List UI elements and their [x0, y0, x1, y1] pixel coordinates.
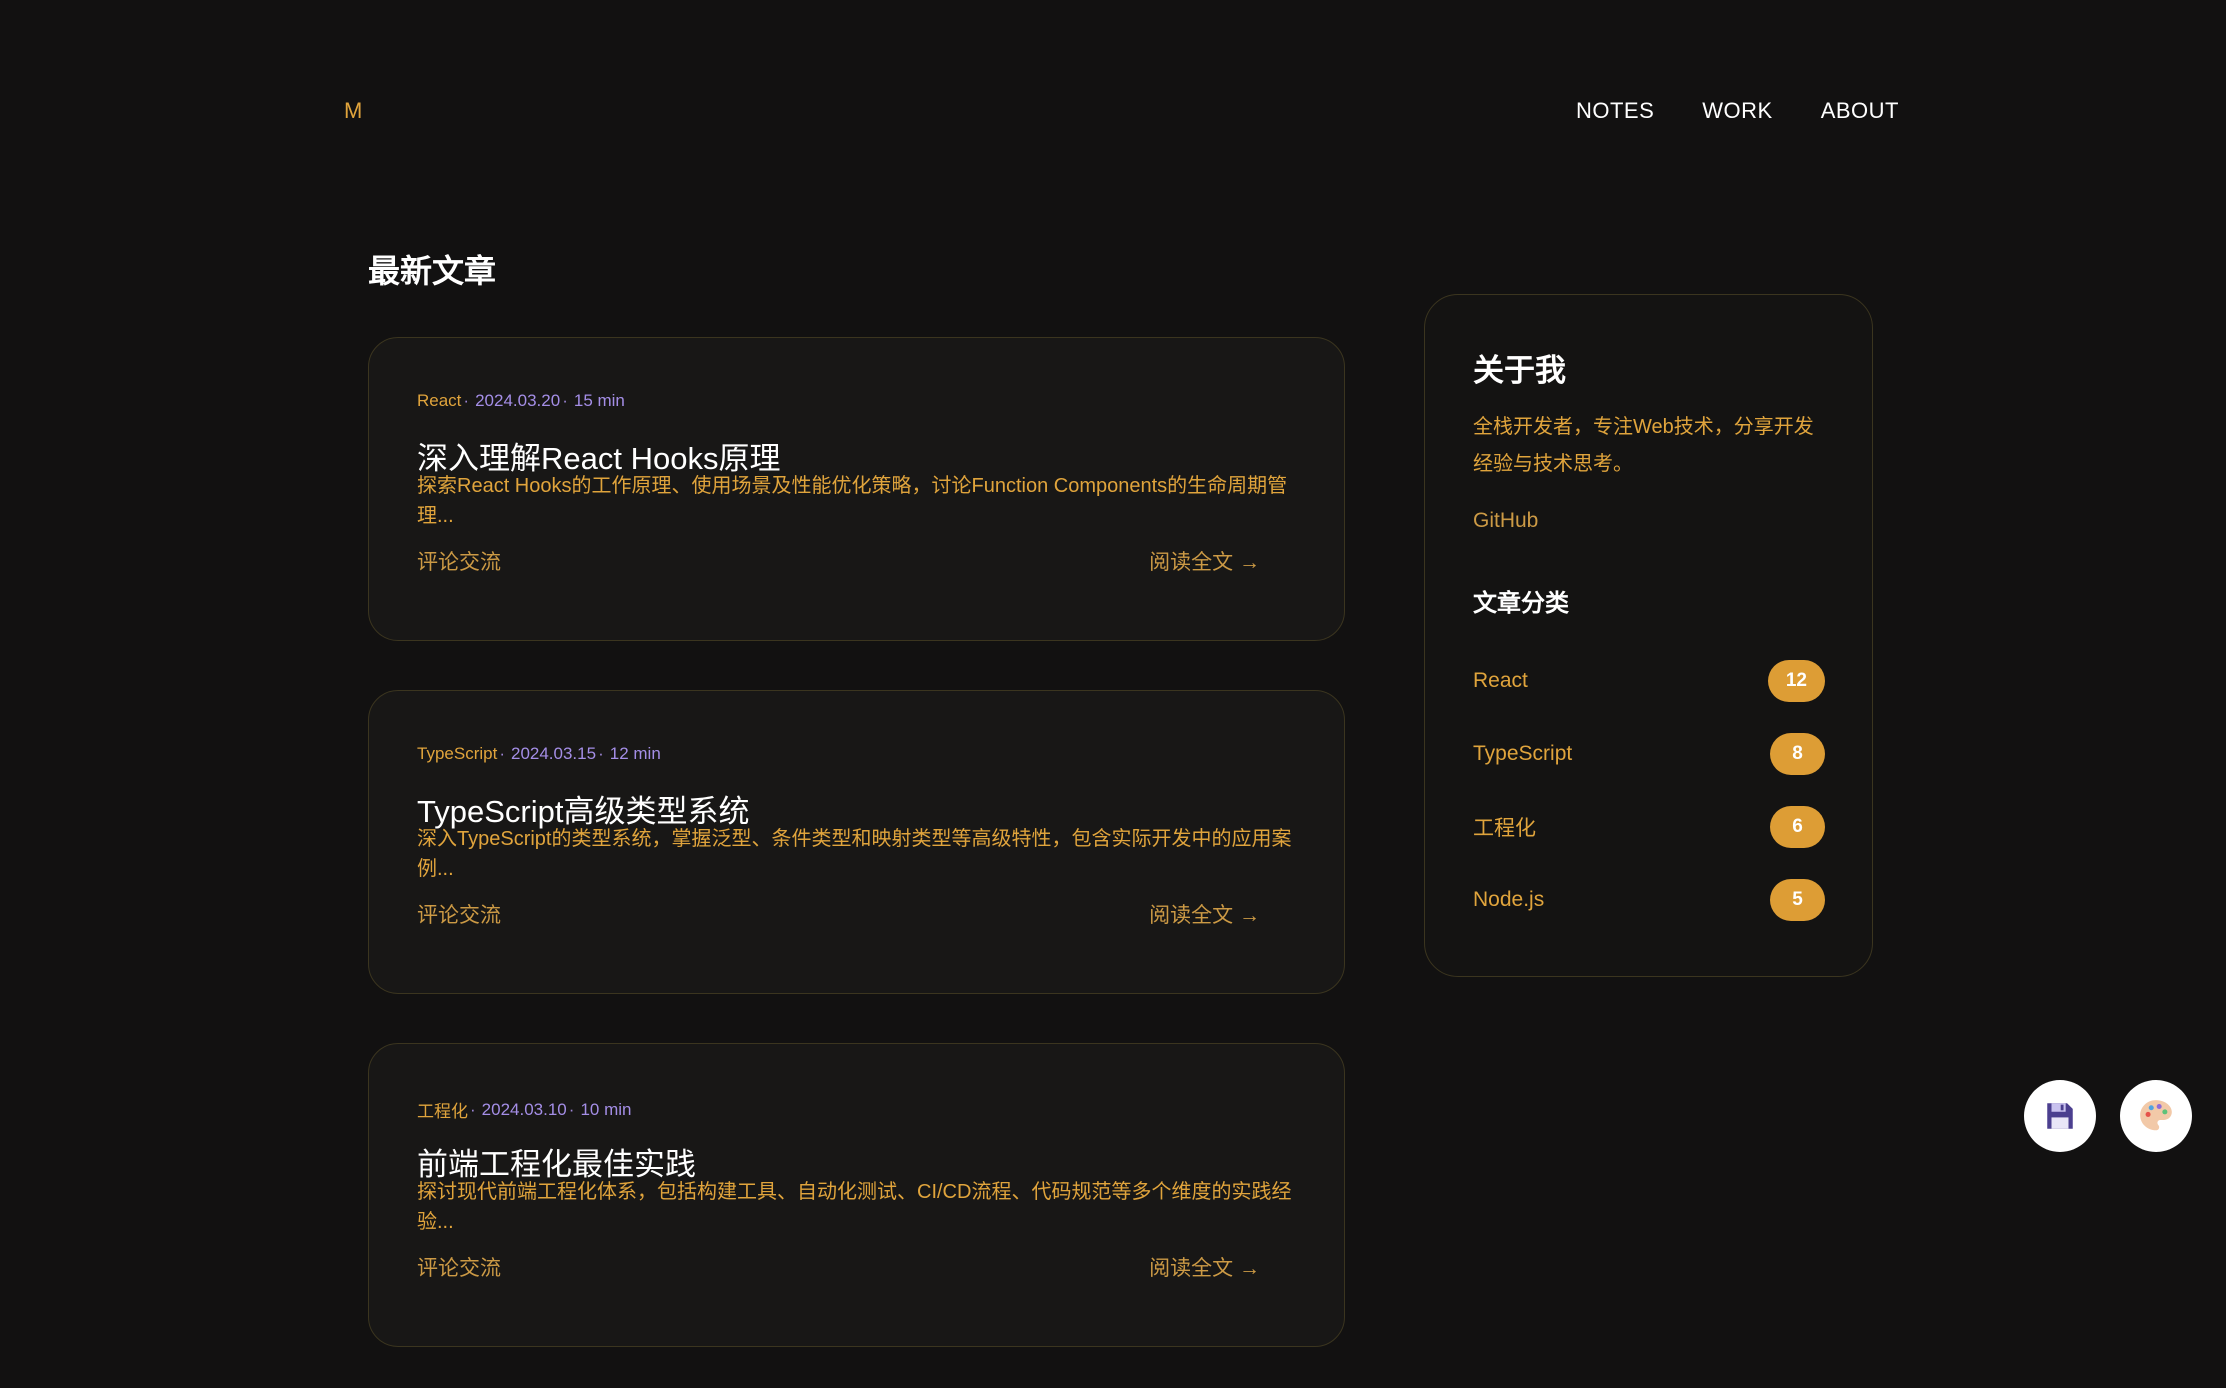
- category-name: 工程化: [1473, 817, 1536, 840]
- post-card: React · 2024.03.20 · 15 min 深入理解React Ho…: [368, 337, 1345, 641]
- category-name: React: [1473, 669, 1528, 692]
- category-count-badge: 12: [1767, 660, 1825, 702]
- category-name: TypeScript: [1473, 742, 1573, 765]
- post-comments-link[interactable]: 评论交流: [417, 1252, 501, 1282]
- post-comments-link[interactable]: 评论交流: [417, 546, 501, 576]
- section-title: 最新文章: [368, 253, 497, 289]
- site-logo[interactable]: M: [344, 98, 363, 124]
- meta-separator: ·: [463, 391, 470, 410]
- palette-icon: [2140, 1100, 2172, 1131]
- meta-separator: ·: [562, 391, 568, 410]
- about-sidebar: 关于我 全栈开发者，专注Web技术，分享开发经验与技术思考。 GitHub 文章…: [1424, 294, 1873, 977]
- meta-separator: ·: [568, 1099, 575, 1119]
- category-item-react[interactable]: React 12: [1473, 659, 1825, 703]
- post-excerpt: 深入TypeScript的类型系统，掌握泛型、条件类型和映射类型等高级特性，包含…: [417, 828, 1292, 880]
- category-count-badge: 8: [1770, 733, 1825, 775]
- post-date: 2024.03.15: [510, 744, 597, 763]
- nav-work[interactable]: WORK: [1702, 98, 1772, 124]
- about-description: 全栈开发者，专注Web技术，分享开发经验与技术思考。: [1473, 416, 1814, 475]
- floppy-disk-icon: [2047, 1103, 2073, 1129]
- post-read-time: 12 min: [609, 744, 661, 763]
- category-item-nodejs[interactable]: Node.js 5: [1473, 878, 1825, 922]
- post-read-time: 10 min: [580, 1099, 632, 1119]
- post-comments-link[interactable]: 评论交流: [417, 899, 501, 929]
- nav-about[interactable]: ABOUT: [1821, 98, 1899, 124]
- post-read-time: 15 min: [573, 391, 625, 410]
- post-card: 工程化 · 2024.03.10 · 10 min 前端工程化最佳实践 探讨现代…: [368, 1043, 1345, 1347]
- post-category[interactable]: 工程化: [417, 1097, 468, 1122]
- github-link[interactable]: GitHub: [1473, 509, 1538, 533]
- post-read-more-link[interactable]: 阅读全文 →: [1149, 546, 1260, 576]
- post-read-more-link[interactable]: 阅读全文 →: [1149, 899, 1260, 929]
- category-item-engineering[interactable]: 工程化 6: [1473, 805, 1825, 849]
- categories-title: 文章分类: [1473, 590, 1569, 617]
- meta-separator: ·: [598, 744, 604, 763]
- about-title: 关于我: [1473, 353, 1566, 388]
- post-date: 2024.03.10: [481, 1099, 567, 1119]
- main-nav: NOTES WORK ABOUT: [1576, 98, 1899, 124]
- post-card: TypeScript · 2024.03.15 · 12 min TypeScr…: [368, 690, 1345, 994]
- post-date: 2024.03.20: [475, 391, 561, 410]
- site-header: M NOTES WORK ABOUT: [0, 0, 2226, 220]
- post-read-more-link[interactable]: 阅读全文 →: [1149, 1252, 1260, 1282]
- post-meta: React · 2024.03.20 · 15 min: [417, 391, 625, 411]
- meta-separator: ·: [499, 744, 505, 763]
- meta-separator: ·: [470, 1099, 476, 1119]
- save-button[interactable]: [2024, 1080, 2096, 1152]
- category-count-badge: 6: [1770, 806, 1825, 848]
- post-meta: 工程化 · 2024.03.10 · 10 min: [417, 1097, 631, 1122]
- category-count-badge: 5: [1770, 879, 1825, 921]
- post-meta: TypeScript · 2024.03.15 · 12 min: [417, 744, 661, 764]
- nav-notes[interactable]: NOTES: [1576, 98, 1654, 124]
- post-category[interactable]: TypeScript: [417, 744, 497, 764]
- post-excerpt: 探索React Hooks的工作原理、使用场景及性能优化策略，讨论Functio…: [417, 475, 1288, 527]
- category-name: Node.js: [1473, 888, 1545, 911]
- theme-button[interactable]: [2120, 1080, 2192, 1152]
- post-excerpt: 探讨现代前端工程化体系，包括构建工具、自动化测试、CI/CD流程、代码规范等多个…: [417, 1181, 1292, 1233]
- category-item-typescript[interactable]: TypeScript 8: [1473, 732, 1825, 776]
- post-category[interactable]: React: [417, 391, 461, 411]
